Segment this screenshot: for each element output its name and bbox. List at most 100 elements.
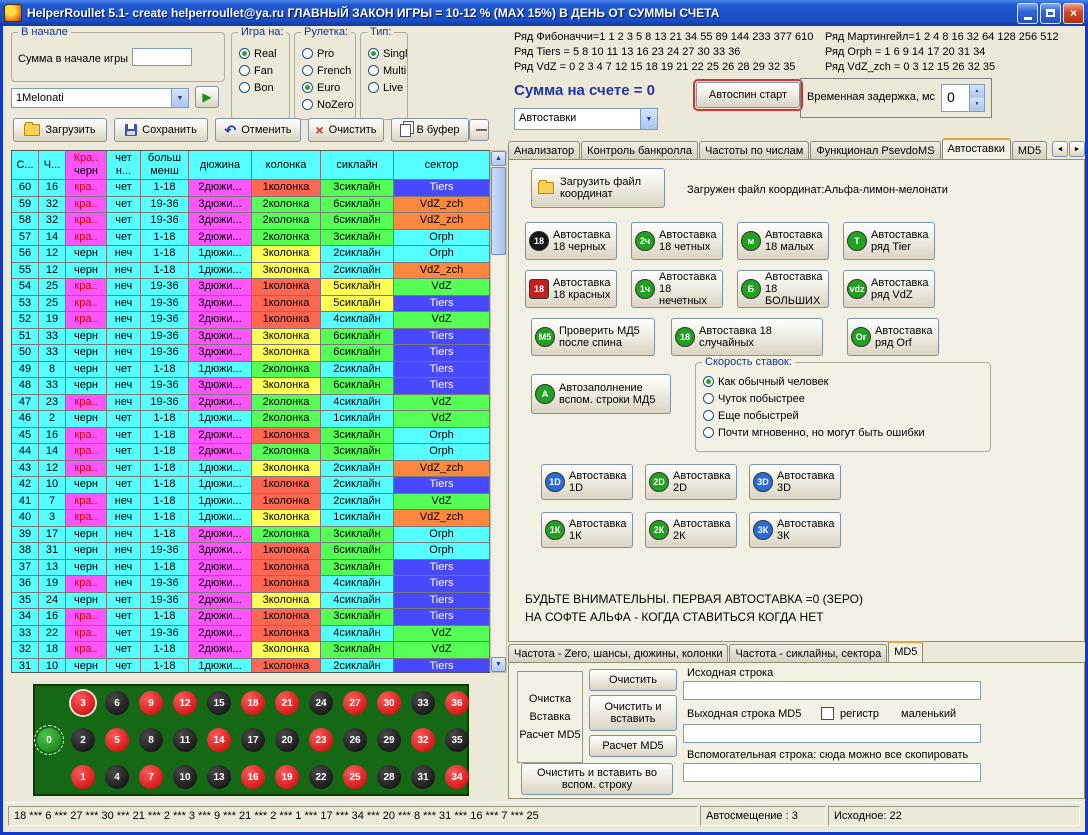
title-bar[interactable]: HelperRoullet 5.1- create helperroullet@… xyxy=(0,0,1088,26)
board-number-22[interactable]: 22 xyxy=(309,765,333,789)
board-number-34[interactable]: 34 xyxy=(445,765,469,789)
radio-group-0-option-0[interactable]: Real xyxy=(232,45,289,62)
board-number-32[interactable]: 32 xyxy=(411,728,435,752)
table-row[interactable]: 3619кра..неч19-362дюжи...1колонка4сиклай… xyxy=(12,576,490,593)
bet-button[interactable]: мАвтоставка 18 малых xyxy=(737,222,829,260)
tab-2[interactable]: MD5 xyxy=(888,641,923,662)
start-sum-input[interactable] xyxy=(132,48,192,66)
speed-option-2[interactable]: Еще побыстрей xyxy=(696,407,990,424)
board-number-9[interactable]: 9 xyxy=(139,691,163,715)
table-row[interactable]: 4210чернчет1-181дюжи...1колонка2сиклайнT… xyxy=(12,477,490,494)
tab-0[interactable]: Частота - Zero, шансы, дюжины, колонки xyxy=(508,644,728,662)
table-row[interactable]: 5033черннеч19-363дюжи...3колонка6сиклайн… xyxy=(12,345,490,362)
radio-group-1-option-3[interactable]: NoZero xyxy=(295,96,355,113)
board-number-35[interactable]: 35 xyxy=(445,728,469,752)
table-row[interactable]: 3831черннеч19-363дюжи...1колонка6сиклайн… xyxy=(12,543,490,560)
bet-button[interactable]: 18Автоставка 18 красных xyxy=(525,270,617,308)
minimize-button[interactable] xyxy=(1017,3,1038,24)
board-number-5[interactable]: 5 xyxy=(105,728,129,752)
table-row[interactable]: 5425кра..неч19-363дюжи...1колонка5сиклай… xyxy=(12,279,490,296)
board-number-30[interactable]: 30 xyxy=(377,691,401,715)
bet-button[interactable]: OrАвтоставка ряд Orf xyxy=(847,318,939,356)
profile-dropdown[interactable]: 1Melonati ▼ xyxy=(11,88,189,108)
speed-option-3[interactable]: Почти мгновенно, но могут быть ошибки xyxy=(696,424,990,441)
board-number-33[interactable]: 33 xyxy=(411,691,435,715)
table-row[interactable]: 3416кра..чет1-182дюжи...1колонка3сиклайн… xyxy=(12,609,490,626)
table-row[interactable]: 5219кра..неч19-362дюжи...1колонка4сиклай… xyxy=(12,312,490,329)
radio-group-2-option-2[interactable]: Live xyxy=(361,79,407,96)
maximize-button[interactable] xyxy=(1040,3,1061,24)
bet-button[interactable]: 3КАвтоставка 3К xyxy=(749,512,841,548)
chevron-down-icon[interactable]: ▼ xyxy=(640,109,657,129)
tab-1[interactable]: Частота - сиклайны, сектора xyxy=(729,644,887,662)
speed-option-1[interactable]: Чуток побыстрее xyxy=(696,390,990,407)
bet-button[interactable]: 1КАвтоставка 1К xyxy=(541,512,633,548)
bet-button[interactable]: 1чАвтоставка 18 нечетных xyxy=(631,270,723,308)
load-coordinates-button[interactable]: Загрузить файл координат xyxy=(531,168,665,208)
tab-2[interactable]: Частоты по числам xyxy=(699,141,809,159)
source-string-input[interactable] xyxy=(683,681,981,700)
bet-button[interactable]: 1DАвтоставка 1D xyxy=(541,464,633,500)
table-header-cell[interactable]: дюжина xyxy=(189,151,252,180)
table-header-cell[interactable]: Кра..черн xyxy=(66,151,107,180)
table-row[interactable]: 6016кра..чет1-182дюжи...1колонка3сиклайн… xyxy=(12,180,490,197)
spinner-down-icon[interactable]: ▼ xyxy=(970,98,984,111)
md5-clear-button[interactable]: Очистить xyxy=(589,669,677,691)
table-row[interactable]: 5832кра..чет19-363дюжи...2колонка6сиклай… xyxy=(12,213,490,230)
board-number-18[interactable]: 18 xyxy=(241,691,265,715)
md5-calc-button[interactable]: Расчет MD5 xyxy=(589,735,677,757)
board-number-16[interactable]: 16 xyxy=(241,765,265,789)
tab-scroll-left-icon[interactable]: ◄ xyxy=(1052,141,1068,157)
table-row[interactable]: 5714кра..чет1-182дюжи...2колонка3сиклайн… xyxy=(12,230,490,247)
board-number-20[interactable]: 20 xyxy=(275,728,299,752)
table-header-cell[interactable]: С... xyxy=(12,151,39,180)
table-row[interactable]: 4723кра..неч19-362дюжи...2колонка4сиклай… xyxy=(12,395,490,412)
board-number-8[interactable]: 8 xyxy=(139,728,163,752)
table-row[interactable]: 3713черннеч1-182дюжи...1колонка3сиклайнT… xyxy=(12,560,490,577)
play-button[interactable]: ▶ xyxy=(195,86,219,108)
radio-group-0-option-1[interactable]: Fan xyxy=(232,62,289,79)
table-row[interactable]: 403кра..неч1-181дюжи...3колонка1сиклайнV… xyxy=(12,510,490,527)
tab-5[interactable]: MD5 xyxy=(1012,141,1047,159)
radio-group-1-option-0[interactable]: Pro xyxy=(295,45,355,62)
bet-button[interactable]: БАвтоставка 18 БОЛЬШИХ xyxy=(737,270,829,308)
chevron-down-icon[interactable]: ▼ xyxy=(171,89,188,107)
buffer-button[interactable]: В буфер xyxy=(391,118,469,142)
board-number-28[interactable]: 28 xyxy=(377,765,401,789)
board-number-14[interactable]: 14 xyxy=(207,728,231,752)
table-row[interactable]: 4833черннеч19-363дюжи...3колонка6сиклайн… xyxy=(12,378,490,395)
table-header-cell[interactable]: сиклайн xyxy=(321,151,394,180)
bet-button[interactable]: vdzАвтоставка ряд VdZ xyxy=(843,270,935,308)
bet-button[interactable]: 2DАвтоставка 2D xyxy=(645,464,737,500)
table-row[interactable]: 5325кра..неч19-363дюжи...1колонка5сиклай… xyxy=(12,296,490,313)
speed-option-0[interactable]: Как обычный человек xyxy=(696,373,990,390)
radio-group-2-option-1[interactable]: Multi xyxy=(361,62,407,79)
bet-button[interactable]: 18Автоставка 18 случайных xyxy=(671,318,823,356)
delay-spinner[interactable]: 0 ▲ ▼ xyxy=(941,84,985,112)
board-number-2[interactable]: 2 xyxy=(71,728,95,752)
undo-button[interactable]: ↶Отменить xyxy=(215,118,301,142)
board-number-17[interactable]: 17 xyxy=(241,728,265,752)
table-header-cell[interactable]: колонка xyxy=(252,151,321,180)
table-row[interactable]: 498чернчет1-181дюжи...2колонка2сиклайнTi… xyxy=(12,362,490,379)
board-number-29[interactable]: 29 xyxy=(377,728,401,752)
radio-group-2-option-0[interactable]: Singl xyxy=(361,45,407,62)
bet-button[interactable]: 2КАвтоставка 2К xyxy=(645,512,737,548)
save-button[interactable]: Сохранить xyxy=(114,118,208,142)
bet-button[interactable]: 2чАвтоставка 18 четных xyxy=(631,222,723,260)
table-row[interactable]: 417кра..неч1-181дюжи...1колонка2сиклайнV… xyxy=(12,494,490,511)
load-button[interactable]: Загрузить xyxy=(13,118,107,142)
bet-button[interactable]: 18Автоставка 18 черных xyxy=(525,222,617,260)
table-row[interactable]: 3322кра..чет19-362дюжи...1колонка4сиклай… xyxy=(12,626,490,643)
board-number-12[interactable]: 12 xyxy=(173,691,197,715)
clear-button[interactable]: ×Очистить xyxy=(308,118,384,142)
table-row[interactable]: 462чернчет1-181дюжи...2колонка1сиклайнVd… xyxy=(12,411,490,428)
radio-group-1-option-2[interactable]: Euro xyxy=(295,79,355,96)
board-number-25[interactable]: 25 xyxy=(343,765,367,789)
board-number-31[interactable]: 31 xyxy=(411,765,435,789)
scroll-up-icon[interactable]: ▲ xyxy=(491,151,506,166)
table-header-cell[interactable]: большменш xyxy=(141,151,189,180)
board-number-1[interactable]: 1 xyxy=(71,765,95,789)
board-number-19[interactable]: 19 xyxy=(275,765,299,789)
board-number-36[interactable]: 36 xyxy=(445,691,469,715)
